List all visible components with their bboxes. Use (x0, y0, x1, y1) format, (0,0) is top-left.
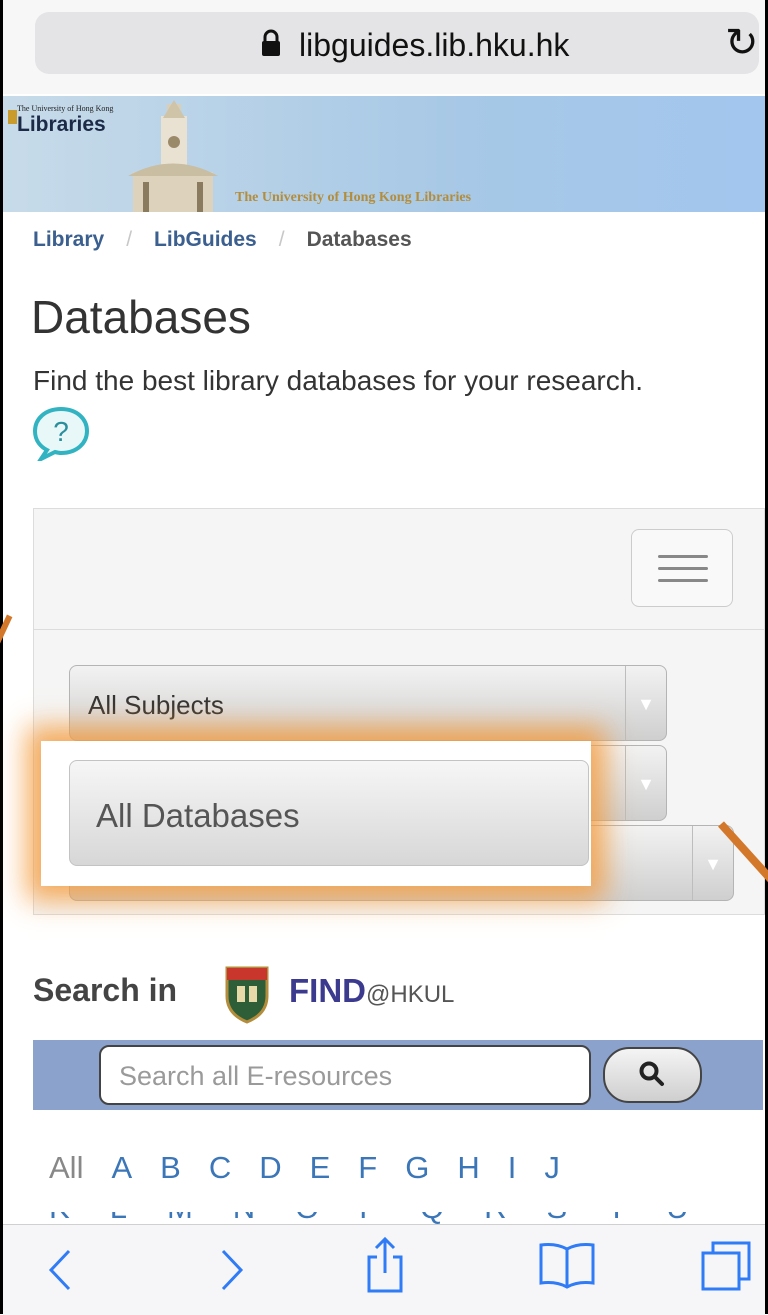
subjects-select-value: All Subjects (88, 690, 224, 720)
bookmarks-icon[interactable] (538, 1241, 596, 1289)
breadcrumb-current: Databases (306, 228, 412, 251)
breadcrumb-libguides[interactable]: LibGuides (154, 228, 257, 251)
chevron-down-icon: ▼ (625, 746, 666, 820)
search-icon (639, 1061, 664, 1086)
search-button[interactable] (603, 1047, 702, 1103)
browser-address-bar: libguides.lib.hku.hk ↻ (3, 0, 765, 94)
az-link[interactable]: B (160, 1150, 181, 1185)
page-subtitle: Find the best library databases for your… (33, 365, 644, 396)
share-icon[interactable] (365, 1235, 405, 1295)
banner-tagline: The University of Hong Kong Libraries (235, 190, 472, 205)
az-link[interactable]: I (508, 1150, 517, 1185)
all-databases-select-zoom[interactable]: All Databases (69, 760, 589, 866)
browser-toolbar (3, 1224, 765, 1315)
lock-icon (262, 29, 280, 56)
az-link[interactable]: E (310, 1150, 331, 1185)
search-in-label: Search in (33, 972, 178, 1008)
az-link[interactable]: A (111, 1150, 132, 1185)
forward-icon[interactable] (219, 1247, 247, 1293)
az-link[interactable]: D (259, 1150, 281, 1185)
reload-icon[interactable]: ↻ (725, 20, 759, 66)
az-link[interactable]: F (358, 1150, 377, 1185)
breadcrumb-separator: / (126, 228, 133, 251)
az-link-all[interactable]: All (49, 1150, 83, 1185)
search-bar: Search all E-resources (33, 1040, 763, 1110)
hku-crest-icon (8, 110, 17, 124)
library-banner[interactable]: The University of Hong Kong Libraries Th… (3, 96, 765, 212)
menu-button[interactable] (631, 529, 733, 607)
banner-university-text: The University of Hong Kong (17, 104, 114, 113)
url-field[interactable]: libguides.lib.hku.hk ↻ (35, 12, 759, 74)
chevron-down-icon: ▼ (625, 666, 666, 740)
tabs-icon[interactable] (699, 1239, 753, 1293)
search-placeholder: Search all E-resources (119, 1061, 393, 1091)
back-icon[interactable] (45, 1247, 73, 1293)
annotation-arrow (0, 614, 13, 645)
az-link[interactable]: J (544, 1150, 560, 1185)
url-text: libguides.lib.hku.hk (299, 27, 570, 63)
panel-divider (34, 629, 764, 630)
find-brand-suffix: @HKUL (366, 981, 455, 1008)
menu-icon-bar (658, 567, 708, 570)
find-hkul-logo[interactable]: FIND@HKUL (289, 972, 454, 1010)
all-databases-value: All Databases (96, 797, 300, 834)
breadcrumb: Library / LibGuides / Databases (33, 228, 412, 252)
breadcrumb-separator: / (278, 228, 285, 251)
search-input[interactable]: Search all E-resources (99, 1045, 591, 1105)
az-link[interactable]: C (209, 1150, 231, 1185)
az-link[interactable]: H (457, 1150, 479, 1185)
clock-tower-image (128, 100, 218, 212)
find-brand: FIND (289, 972, 366, 1009)
hku-crest-icon (225, 966, 269, 1024)
az-link[interactable]: G (405, 1150, 429, 1185)
svg-text:?: ? (53, 416, 69, 447)
breadcrumb-library[interactable]: Library (33, 228, 104, 251)
menu-icon (658, 555, 708, 558)
help-icon[interactable]: ? (31, 405, 91, 461)
menu-icon-bar (658, 579, 708, 582)
banner-libraries-text: Libraries (17, 113, 106, 136)
az-index: All A B C D E F G H I J (49, 1150, 588, 1186)
subjects-select[interactable]: All Subjects ▼ (69, 665, 667, 741)
page-title: Databases (31, 291, 251, 343)
